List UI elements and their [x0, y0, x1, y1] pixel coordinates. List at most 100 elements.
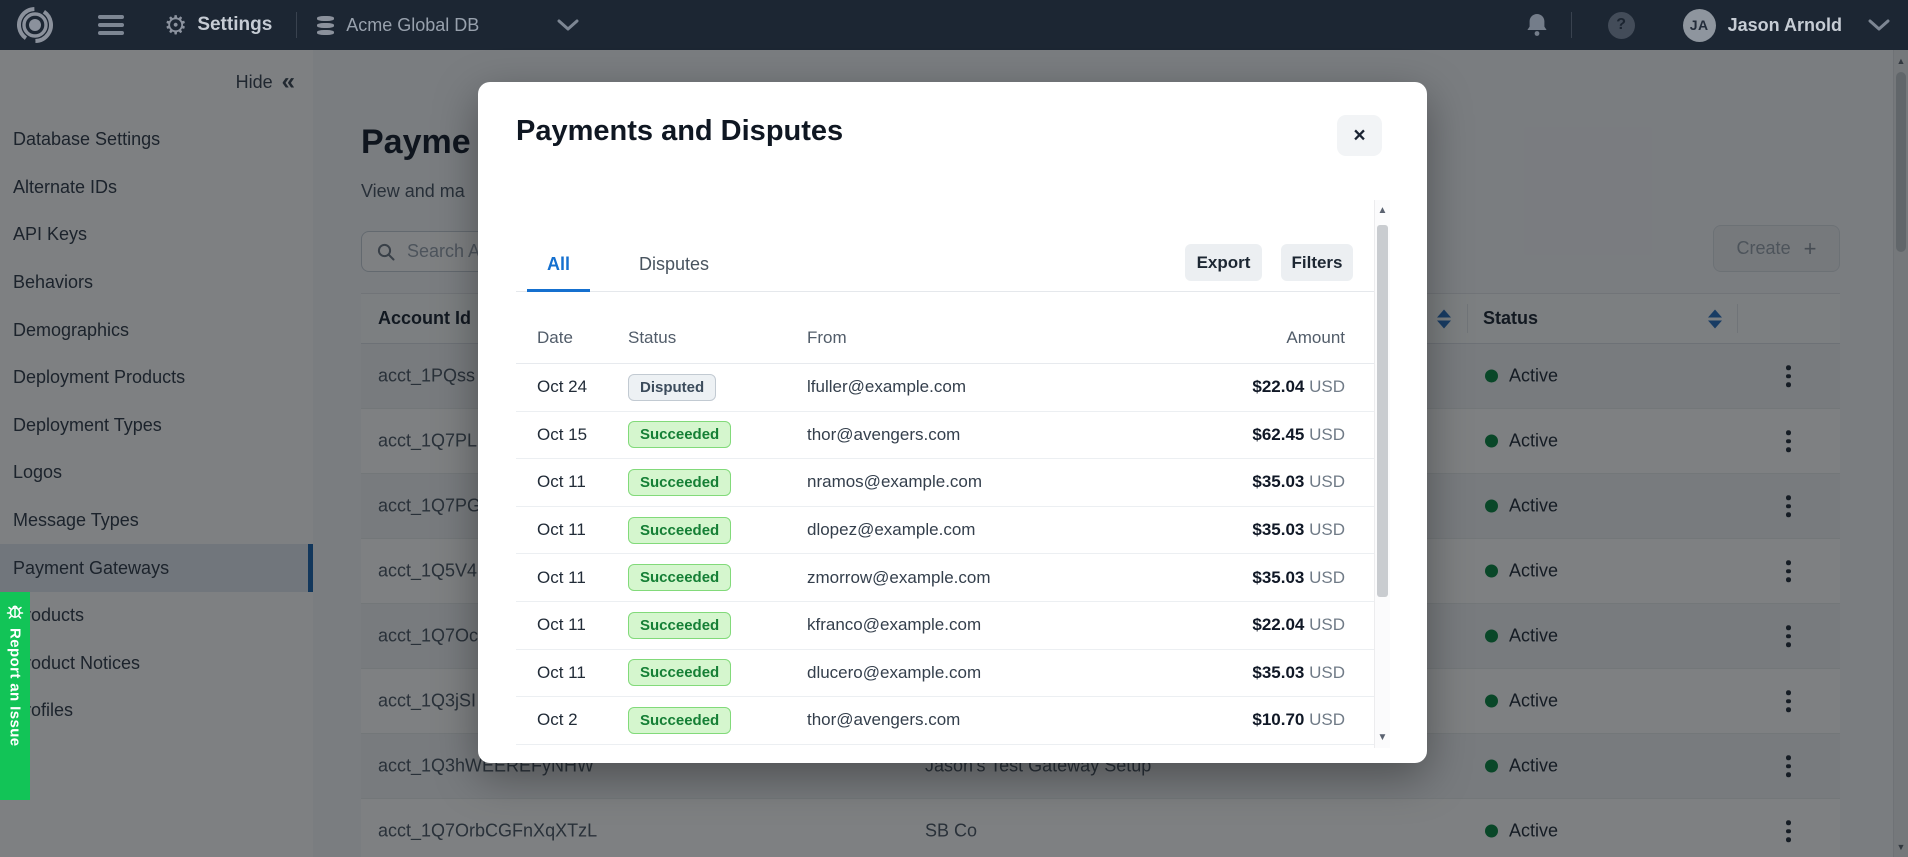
- column-header-date: Date: [537, 328, 628, 348]
- from-cell: zmorrow@example.com: [807, 568, 1252, 588]
- status-badge: Succeeded: [628, 421, 731, 448]
- from-cell: kfranco@example.com: [807, 615, 1252, 635]
- amount-value: $62.45: [1252, 425, 1304, 444]
- payment-row[interactable]: Oct 11 Succeeded dlucero@example.com $35…: [516, 650, 1374, 698]
- currency-label: USD: [1309, 615, 1345, 634]
- status-cell: Succeeded: [628, 707, 807, 734]
- from-cell: lfuller@example.com: [807, 377, 1252, 397]
- avatar[interactable]: JA: [1683, 9, 1716, 42]
- status-cell: Succeeded: [628, 421, 807, 448]
- date-cell: Oct 11: [537, 472, 628, 492]
- payment-row[interactable]: Oct 11 Succeeded kfranco@example.com $22…: [516, 602, 1374, 650]
- help-icon[interactable]: ?: [1608, 12, 1635, 39]
- amount-value: $10.70: [1252, 710, 1304, 729]
- amount-cell: $35.03 USD: [1252, 520, 1345, 540]
- status-cell: Succeeded: [628, 659, 807, 686]
- amount-cell: $10.70 USD: [1252, 710, 1345, 730]
- modal-table-body: Oct 24 Disputed lfuller@example.com $22.…: [516, 364, 1374, 745]
- from-cell: dlucero@example.com: [807, 663, 1252, 683]
- status-badge: Succeeded: [628, 469, 731, 496]
- status-cell: Succeeded: [628, 469, 807, 496]
- status-cell: Succeeded: [628, 564, 807, 591]
- status-cell: Succeeded: [628, 517, 807, 544]
- amount-value: $35.03: [1252, 663, 1304, 682]
- date-cell: Oct 15: [537, 425, 628, 445]
- settings-gear-icon[interactable]: ⚙: [164, 12, 187, 38]
- topbar-divider: [1571, 12, 1572, 38]
- status-badge: Succeeded: [628, 659, 731, 686]
- date-cell: Oct 11: [537, 520, 628, 540]
- amount-cell: $35.03 USD: [1252, 568, 1345, 588]
- scroll-down-icon[interactable]: ▼: [1375, 732, 1390, 743]
- modal-tabs-row: All Disputes Export Filters: [516, 200, 1374, 292]
- currency-label: USD: [1309, 520, 1345, 539]
- modal-title: Payments and Disputes: [516, 115, 843, 148]
- amount-value: $35.03: [1252, 520, 1304, 539]
- date-cell: Oct 11: [537, 568, 628, 588]
- app-logo-icon[interactable]: [16, 6, 54, 44]
- payment-row[interactable]: Oct 11 Succeeded zmorrow@example.com $35…: [516, 554, 1374, 602]
- payment-row[interactable]: Oct 11 Succeeded nramos@example.com $35.…: [516, 459, 1374, 507]
- hamburger-menu-icon[interactable]: [98, 15, 124, 35]
- scroll-up-icon[interactable]: ▲: [1375, 205, 1390, 216]
- payment-row[interactable]: Oct 15 Succeeded thor@avengers.com $62.4…: [516, 412, 1374, 460]
- status-cell: Disputed: [628, 374, 807, 401]
- from-cell: thor@avengers.com: [807, 710, 1252, 730]
- from-cell: thor@avengers.com: [807, 425, 1252, 445]
- amount-cell: $35.03 USD: [1252, 472, 1345, 492]
- currency-label: USD: [1309, 568, 1345, 587]
- topbar-divider: [296, 12, 297, 38]
- payments-disputes-modal: Payments and Disputes × All Disputes Exp…: [478, 82, 1427, 763]
- database-selector[interactable]: Acme Global DB: [346, 15, 479, 36]
- amount-cell: $35.03 USD: [1252, 663, 1345, 683]
- column-header-amount: Amount: [1286, 328, 1345, 348]
- amount-value: $35.03: [1252, 568, 1304, 587]
- scrollbar-thumb[interactable]: [1377, 225, 1388, 597]
- from-cell: nramos@example.com: [807, 472, 1252, 492]
- column-header-from: From: [807, 328, 1286, 348]
- close-icon[interactable]: ×: [1337, 115, 1382, 156]
- currency-label: USD: [1309, 710, 1345, 729]
- settings-label[interactable]: Settings: [197, 14, 272, 36]
- filters-button[interactable]: Filters: [1281, 244, 1353, 281]
- status-badge: Disputed: [628, 374, 716, 401]
- export-button[interactable]: Export: [1185, 244, 1262, 281]
- date-cell: Oct 2: [537, 710, 628, 730]
- currency-label: USD: [1309, 472, 1345, 491]
- notifications-bell-icon[interactable]: [1525, 12, 1549, 38]
- user-menu-chevron-down-icon[interactable]: [1868, 19, 1890, 31]
- date-cell: Oct 11: [537, 615, 628, 635]
- modal-table-header: Date Status From Amount: [516, 292, 1374, 364]
- database-chevron-down-icon[interactable]: [557, 19, 579, 31]
- payment-row[interactable]: Oct 2 Succeeded thor@avengers.com $10.70…: [516, 697, 1374, 745]
- amount-value: $22.04: [1252, 615, 1304, 634]
- payment-row[interactable]: Oct 11 Succeeded dlopez@example.com $35.…: [516, 507, 1374, 555]
- status-badge: Succeeded: [628, 564, 731, 591]
- status-cell: Succeeded: [628, 612, 807, 639]
- currency-label: USD: [1309, 425, 1345, 444]
- amount-value: $22.04: [1252, 377, 1304, 396]
- modal-scrollbar[interactable]: ▲ ▼: [1374, 200, 1390, 748]
- date-cell: Oct 11: [537, 663, 628, 683]
- date-cell: Oct 24: [537, 377, 628, 397]
- user-name[interactable]: Jason Arnold: [1728, 15, 1842, 36]
- tab-disputes[interactable]: Disputes: [639, 254, 709, 275]
- status-badge: Succeeded: [628, 612, 731, 639]
- top-bar: ⚙ Settings Acme Global DB ? JA Jason Arn…: [0, 0, 1908, 50]
- column-header-status: Status: [628, 328, 807, 348]
- currency-label: USD: [1309, 663, 1345, 682]
- currency-label: USD: [1309, 377, 1345, 396]
- status-badge: Succeeded: [628, 517, 731, 544]
- modal-content: All Disputes Export Filters Date Status …: [516, 200, 1374, 748]
- report-issue-tab[interactable]: Report an Issue: [0, 592, 30, 800]
- status-badge: Succeeded: [628, 707, 731, 734]
- bug-icon: [5, 601, 25, 621]
- payment-row[interactable]: Oct 24 Disputed lfuller@example.com $22.…: [516, 364, 1374, 412]
- report-issue-label: Report an Issue: [7, 628, 24, 747]
- amount-value: $35.03: [1252, 472, 1304, 491]
- tab-all[interactable]: All: [547, 254, 570, 275]
- modal-body: All Disputes Export Filters Date Status …: [516, 200, 1390, 748]
- amount-cell: $62.45 USD: [1252, 425, 1345, 445]
- amount-cell: $22.04 USD: [1252, 615, 1345, 635]
- from-cell: dlopez@example.com: [807, 520, 1252, 540]
